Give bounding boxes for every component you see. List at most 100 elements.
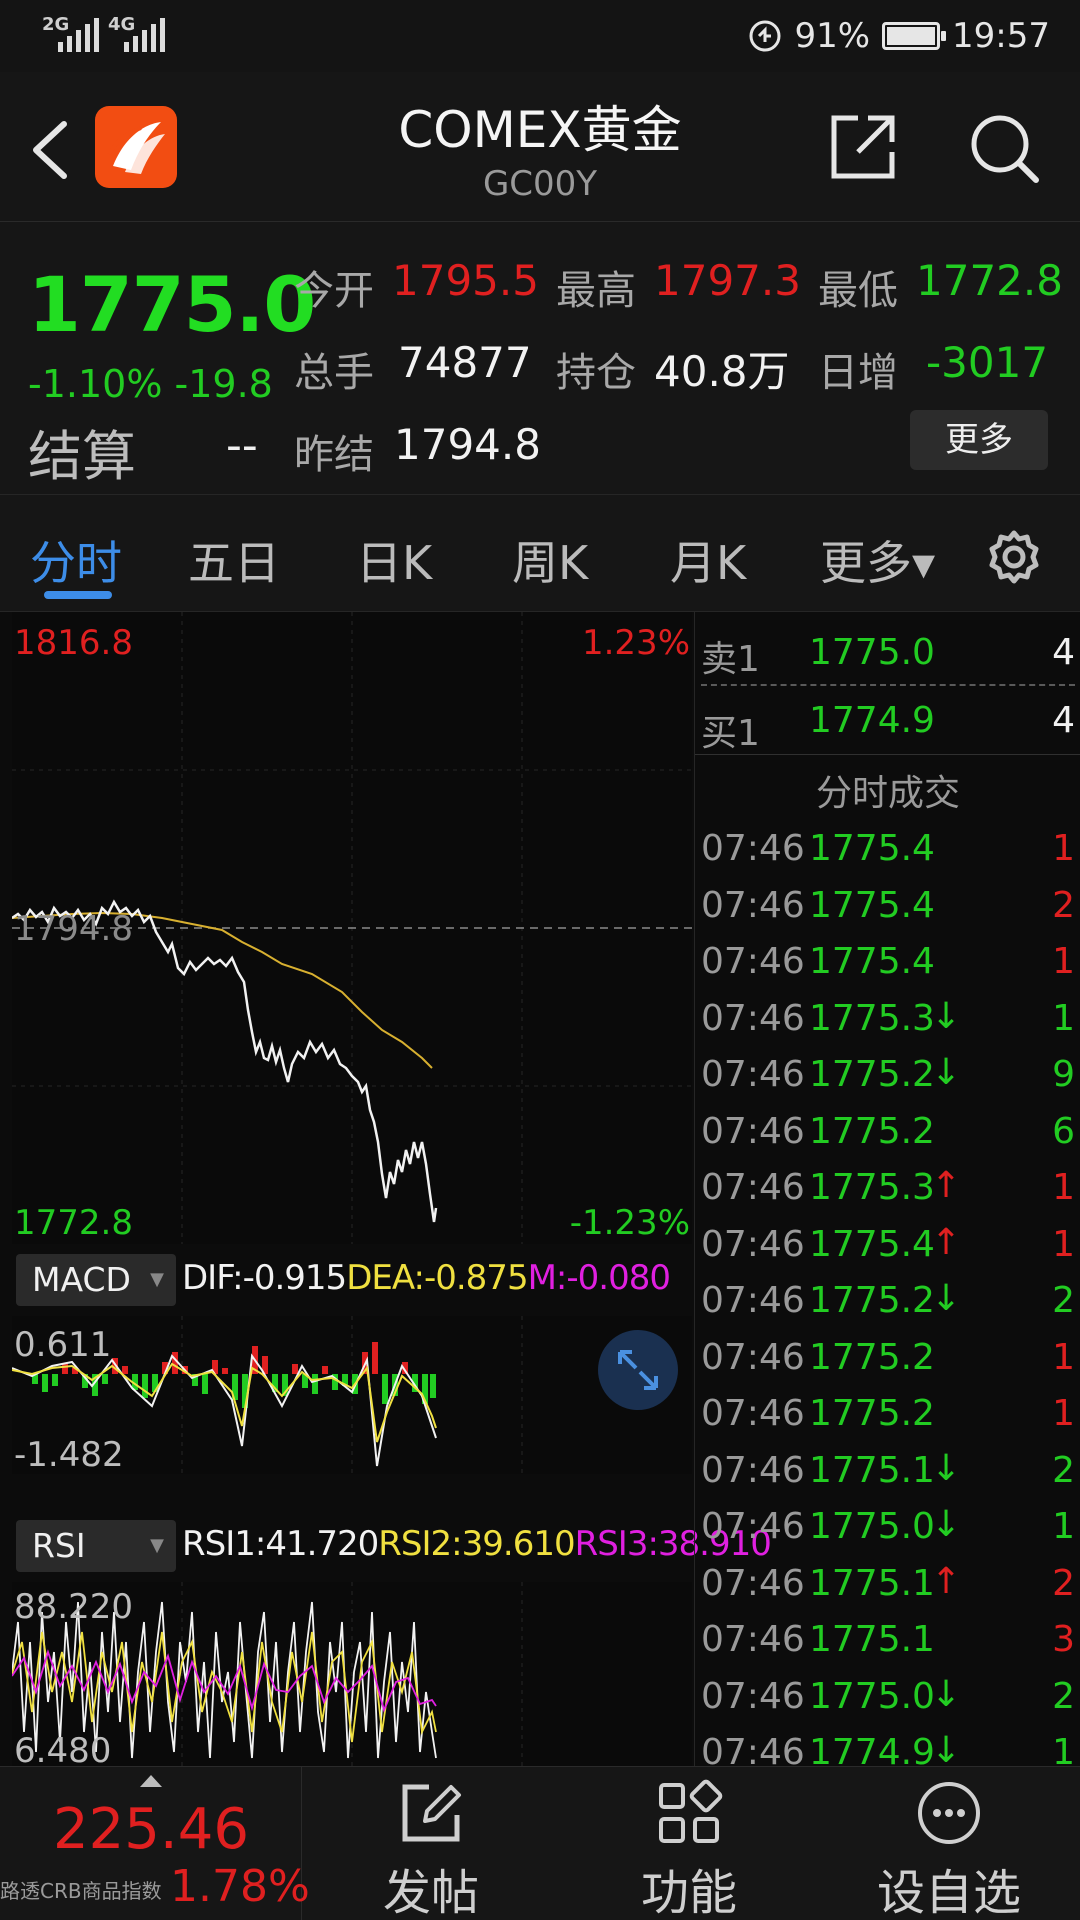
trade-time: 07:46 bbox=[701, 1110, 805, 1152]
trade-row: 07:46 1774.9 ↓ 1 bbox=[701, 1724, 1075, 1766]
more-quote-button[interactable]: 更多 bbox=[910, 410, 1048, 470]
intraday-price-chart[interactable]: 1816.8 1.23% 1794.8 1772.8 -1.23% bbox=[12, 612, 692, 1244]
rsi2-value: RSI2:39.610 bbox=[378, 1524, 575, 1564]
trade-qty: 3 bbox=[1052, 1619, 1075, 1660]
trades-title: 分时成交 bbox=[815, 773, 960, 814]
price-change: -1.10% -19.8 bbox=[28, 362, 273, 406]
trade-qty: 1 bbox=[1052, 1336, 1075, 1378]
tab-daily-k[interactable]: 日K bbox=[356, 527, 432, 593]
trade-price: 1775.0 bbox=[809, 1506, 935, 1547]
trade-row: 07:46 1775.2 6 bbox=[701, 1103, 1075, 1160]
trade-price: 1774.9 bbox=[809, 1732, 935, 1766]
bid-row[interactable]: 买1 1774.9 4 bbox=[701, 688, 1075, 754]
trade-direction-arrow: ↓ bbox=[931, 1052, 962, 1093]
trade-price: 1775.1 bbox=[809, 1449, 935, 1491]
trade-time: 07:46 bbox=[701, 1223, 805, 1265]
expand-icon[interactable] bbox=[598, 1330, 678, 1410]
rsi-chart[interactable]: 88.220 6.480 bbox=[12, 1582, 692, 1766]
last-price: 1775.0 bbox=[28, 260, 316, 349]
share-icon[interactable] bbox=[828, 112, 898, 182]
trade-time: 07:46 bbox=[701, 1675, 805, 1717]
trades-list[interactable]: 07:46 1775.4 1 07:46 1775.4 2 07:46 1775.4 1 07:4… bbox=[695, 820, 1080, 1766]
ask-price: 1775.0 bbox=[809, 632, 935, 673]
trade-time: 07:46 bbox=[701, 1619, 805, 1660]
trade-qty: 2 bbox=[1052, 1449, 1075, 1491]
trade-direction-arrow: ↓ bbox=[931, 1673, 962, 1715]
index-value: 225.46 bbox=[53, 1797, 249, 1862]
signal-strength-icon bbox=[58, 18, 99, 52]
high-value: 1797.3 bbox=[654, 256, 801, 305]
divider bbox=[695, 754, 1080, 755]
trade-price: 1775.2 bbox=[809, 1110, 935, 1152]
trade-qty: 2 bbox=[1052, 1280, 1075, 1321]
quote-panel: 1775.0 -1.10% -19.8 结算 -- 今开 1795.5 最高 1… bbox=[0, 222, 1080, 494]
symbol-code: GC00Y bbox=[482, 164, 598, 204]
trade-qty: 1 bbox=[1052, 1732, 1075, 1766]
trade-qty: 2 bbox=[1052, 1675, 1075, 1717]
open-interest-value: 40.8万 bbox=[654, 347, 790, 396]
add-watchlist-button[interactable]: 设自选 bbox=[818, 1767, 1080, 1920]
trade-direction-arrow: ↑ bbox=[931, 1560, 962, 1602]
trade-price: 1775.4 bbox=[809, 1223, 935, 1265]
rsi-axis-max: 88.220 bbox=[14, 1587, 133, 1627]
signal-strength-icon-2 bbox=[124, 18, 165, 52]
search-icon[interactable] bbox=[966, 110, 1042, 186]
trade-row: 07:46 1775.2 ↓ 9 bbox=[701, 1046, 1075, 1103]
status-right: 91% 19:57 bbox=[748, 16, 1050, 56]
trade-direction-arrow: ↓ bbox=[931, 1447, 962, 1489]
function-button[interactable]: 功能 bbox=[560, 1767, 818, 1920]
high-label: 最高 bbox=[556, 268, 636, 314]
trade-qty: 6 bbox=[1052, 1110, 1075, 1152]
tab-weekly-k[interactable]: 周K bbox=[512, 527, 588, 593]
trade-direction-arrow: ↓ bbox=[931, 1504, 962, 1545]
daily-increase-value: -3017 bbox=[926, 338, 1049, 387]
post-label: 发帖 bbox=[382, 1865, 479, 1920]
trade-time: 07:46 bbox=[701, 884, 805, 926]
tab-monthly-k[interactable]: 月K bbox=[670, 527, 746, 593]
open-label: 今开 bbox=[294, 268, 374, 314]
trade-row: 07:46 1775.0 ↓ 1 bbox=[701, 1498, 1075, 1555]
gear-icon[interactable] bbox=[986, 529, 1042, 585]
low-label: 最低 bbox=[818, 268, 898, 314]
volume-value: 74877 bbox=[398, 338, 532, 387]
open-interest-label: 持仓 bbox=[556, 350, 636, 396]
trade-time: 07:46 bbox=[701, 828, 805, 869]
page-title: COMEX黄金 bbox=[398, 101, 682, 159]
active-tab-indicator bbox=[44, 591, 112, 599]
rsi1-value: RSI1:41.720 bbox=[182, 1524, 379, 1564]
volume-label: 总手 bbox=[294, 350, 374, 396]
index-ticker[interactable]: 225.46 路透CRB商品指数 1.78% bbox=[0, 1767, 310, 1920]
trade-time: 07:46 bbox=[701, 1732, 805, 1766]
tab-five-day[interactable]: 五日 bbox=[188, 527, 280, 593]
trade-time: 07:46 bbox=[701, 1393, 805, 1434]
post-button[interactable]: 发帖 bbox=[302, 1767, 560, 1920]
change-amount: -19.8 bbox=[174, 362, 273, 406]
rsi-selector[interactable]: RSI bbox=[16, 1520, 176, 1572]
trade-row: 07:46 1775.2 ↓ 2 bbox=[701, 1272, 1075, 1329]
trade-time: 07:46 bbox=[701, 1562, 805, 1604]
macd-axis-max: 0.611 bbox=[14, 1325, 111, 1365]
index-change: 1.78% bbox=[170, 1861, 310, 1912]
trade-qty: 2 bbox=[1052, 884, 1075, 926]
trade-row: 07:46 1775.2 1 bbox=[701, 1329, 1075, 1386]
bid-qty: 4 bbox=[1052, 700, 1075, 741]
grid-icon bbox=[659, 1779, 723, 1843]
trade-time: 07:46 bbox=[701, 997, 805, 1039]
trade-qty: 1 bbox=[1052, 1506, 1075, 1547]
macd-dif: DIF:-0.915 bbox=[182, 1258, 347, 1298]
trade-direction-arrow: ↑ bbox=[931, 1165, 962, 1206]
trade-qty: 1 bbox=[1052, 828, 1075, 869]
trade-time: 07:46 bbox=[701, 1280, 805, 1321]
edit-icon bbox=[402, 1784, 461, 1842]
trade-time: 07:46 bbox=[701, 1054, 805, 1095]
macd-chart[interactable]: 0.611 -1.482 bbox=[12, 1316, 692, 1474]
ask-row[interactable]: 卖1 1775.0 4 bbox=[701, 616, 1075, 680]
trade-row: 07:46 1775.4 1 bbox=[701, 820, 1075, 877]
tab-intraday[interactable]: 分时 bbox=[30, 527, 122, 593]
macd-selector[interactable]: MACD bbox=[16, 1254, 176, 1306]
axis-price-min: 1772.8 bbox=[14, 1203, 133, 1243]
tab-more[interactable]: 更多▾ bbox=[820, 527, 935, 593]
prev-settle-label: 昨结 bbox=[294, 432, 374, 478]
axis-price-max: 1816.8 bbox=[14, 623, 133, 663]
trade-row: 07:46 1775.4 ↑ 1 bbox=[701, 1216, 1075, 1273]
